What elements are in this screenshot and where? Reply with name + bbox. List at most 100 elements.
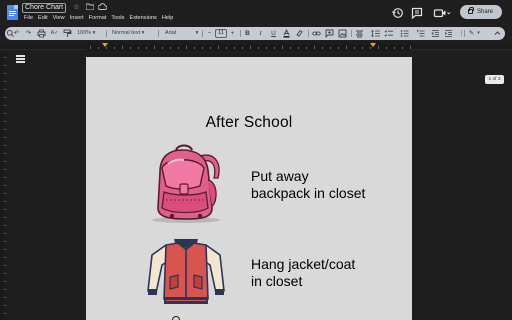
- hide-menus-icon[interactable]: [493, 29, 502, 38]
- zoom-select[interactable]: 100% ▾: [77, 28, 95, 39]
- italic-icon[interactable]: I: [256, 29, 265, 38]
- ruler-tick: [4, 297, 6, 298]
- menu-edit[interactable]: Edit: [38, 14, 48, 23]
- font-select[interactable]: Arial ▾: [165, 28, 198, 39]
- menu-tools[interactable]: Tools: [111, 14, 124, 23]
- docs-app: Chore Chart ☆ File Edit View Insert Form…: [0, 0, 512, 320]
- undo-icon[interactable]: ↶: [12, 29, 21, 38]
- menu-view[interactable]: View: [53, 14, 65, 23]
- star-icon[interactable]: ☆: [72, 3, 81, 12]
- docs-logo-icon[interactable]: [7, 5, 18, 20]
- ruler-tick: [4, 145, 6, 146]
- ruler-tick: [370, 47, 371, 49]
- document-page[interactable]: After School Put away backpack in closet…: [86, 57, 412, 320]
- share-label: Share: [477, 9, 494, 15]
- ruler-tick: [250, 46, 251, 49]
- menu-extensions[interactable]: Extensions: [129, 14, 156, 23]
- menu-help[interactable]: Help: [162, 14, 174, 23]
- ruler-tick: [210, 47, 211, 49]
- toolbar-divider: [464, 30, 465, 37]
- ruler-tick: [4, 177, 6, 178]
- horizontal-ruler[interactable]: [0, 42, 512, 50]
- next-illustration-partial: [172, 316, 180, 320]
- vertical-ruler[interactable]: [0, 51, 6, 320]
- ruler-tick: [4, 89, 6, 90]
- ruler-tick: [4, 241, 6, 242]
- share-button[interactable]: Share: [460, 5, 502, 19]
- ruler-tick: [4, 257, 6, 258]
- paint-format-icon[interactable]: [63, 29, 72, 38]
- ruler-tick: [410, 46, 411, 49]
- redo-icon[interactable]: ↷: [24, 29, 33, 38]
- ruler-tick: [338, 47, 339, 49]
- add-comment-icon[interactable]: [325, 29, 334, 39]
- ruler-tick: [394, 47, 395, 49]
- editing-mode-dropdown-icon[interactable]: ▾: [474, 29, 483, 38]
- ruler-tick: [266, 47, 267, 49]
- meet-icon[interactable]: [433, 6, 451, 20]
- document-title[interactable]: Chore Chart: [22, 3, 67, 13]
- ruler-tick: [4, 129, 6, 130]
- menu-file[interactable]: File: [24, 14, 33, 23]
- ruler-tick: [114, 47, 115, 49]
- ruler-tick: [322, 47, 323, 49]
- ruler-tick: [4, 65, 6, 66]
- ruler-tick: [4, 249, 6, 250]
- style-select[interactable]: Normal text ▾: [112, 28, 144, 39]
- bold-icon[interactable]: B: [243, 29, 252, 38]
- underline-icon[interactable]: U: [269, 29, 278, 38]
- decrease-indent-icon[interactable]: [431, 29, 440, 38]
- ruler-tick: [274, 47, 275, 49]
- zoom-value: 100%: [77, 30, 92, 36]
- menu-bar: File Edit View Insert Format Tools Exten…: [24, 14, 173, 23]
- ruler-track: [86, 42, 412, 50]
- font-value: Arial: [165, 30, 177, 36]
- chore-item-1-line1: Put away: [251, 168, 309, 184]
- backpack-icon: [152, 144, 220, 223]
- ruler-tick: [98, 47, 99, 49]
- ruler-tick: [354, 47, 355, 49]
- ruler-tick: [386, 47, 387, 49]
- print-icon[interactable]: [37, 29, 46, 38]
- ruler-tick: [362, 47, 363, 49]
- ruler-tick: [4, 113, 6, 114]
- ruler-tick: [4, 233, 6, 234]
- left-indent-marker[interactable]: [102, 43, 108, 47]
- font-size-input[interactable]: 11: [215, 29, 227, 38]
- ruler-tick: [4, 185, 6, 186]
- insert-image-icon[interactable]: [338, 29, 347, 38]
- align-icon[interactable]: [355, 29, 364, 38]
- increase-font-size-icon[interactable]: +: [228, 29, 237, 38]
- numbered-list-icon[interactable]: [416, 29, 425, 38]
- jacket-icon: [147, 239, 225, 304]
- cloud-status-icon[interactable]: [97, 3, 108, 12]
- version-history-icon[interactable]: [391, 6, 405, 20]
- line-spacing-icon[interactable]: [371, 29, 380, 38]
- ruler-tick: [162, 47, 163, 49]
- menu-insert[interactable]: Insert: [70, 14, 84, 23]
- checklist-icon[interactable]: [384, 29, 393, 38]
- comments-icon[interactable]: [410, 6, 424, 20]
- toolbar-divider: [240, 30, 241, 37]
- ruler-tick: [4, 153, 6, 154]
- document-outline-icon[interactable]: [16, 55, 25, 63]
- highlight-color-icon[interactable]: [295, 29, 304, 38]
- decrease-font-size-icon[interactable]: −: [205, 29, 214, 38]
- ruler-tick: [202, 47, 203, 49]
- ruler-tick: [298, 47, 299, 49]
- formatting-toolbar: ↶ ↷ A✓ 100% ▾ Normal text ▾ Arial ▾ − 11…: [5, 27, 505, 40]
- ruler-tick: [178, 47, 179, 49]
- ruler-tick: [4, 273, 6, 274]
- menu-format[interactable]: Format: [89, 14, 107, 23]
- text-color-icon[interactable]: [282, 28, 291, 38]
- toolbar-divider: [308, 30, 309, 37]
- ruler-tick: [146, 47, 147, 49]
- title-bar: Chore Chart ☆ File Edit View Insert Form…: [0, 0, 512, 26]
- bulleted-list-icon[interactable]: [400, 29, 409, 38]
- ruler-tick: [4, 289, 6, 290]
- move-folder-icon[interactable]: [85, 3, 94, 12]
- insert-link-icon[interactable]: [312, 29, 321, 38]
- increase-indent-icon[interactable]: [444, 29, 453, 38]
- spellcheck-icon[interactable]: A✓: [50, 29, 59, 38]
- ruler-tick: [138, 47, 139, 49]
